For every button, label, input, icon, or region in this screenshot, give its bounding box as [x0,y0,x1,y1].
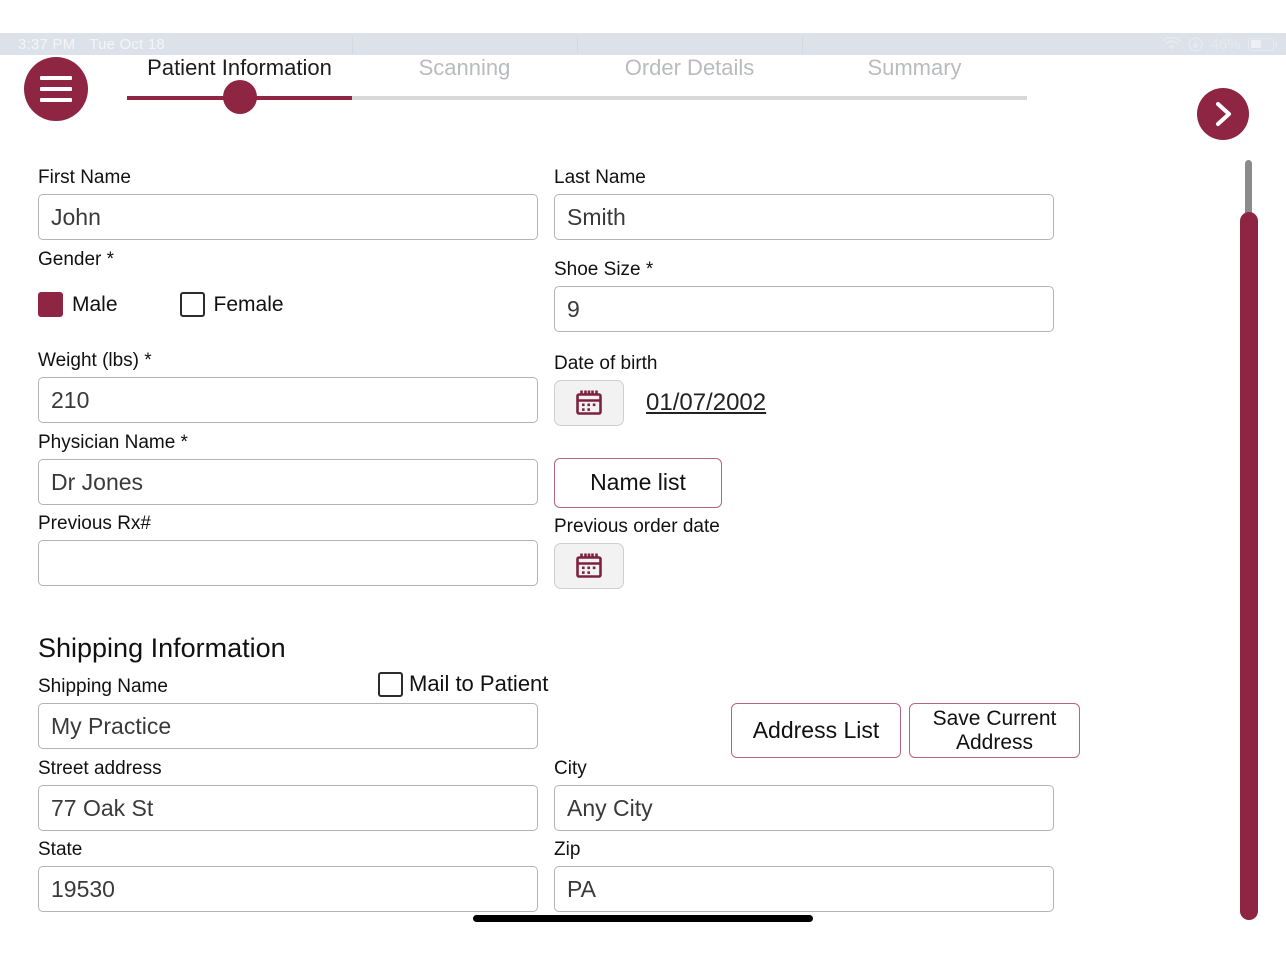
tab-summary[interactable]: Summary [802,36,1027,106]
app-screen: 3:37 PM Tue Oct 18 46% Patient Informati… [0,0,1286,964]
weight-group: Weight (lbs) * [38,350,538,423]
address-buttons: Address List Save Current Address [731,703,1080,758]
hamburger-bar-2 [40,87,72,91]
shipping-section-title: Shipping Information [38,633,286,664]
mail-to-patient-label: Mail to Patient [409,671,549,696]
first-name-input[interactable] [38,194,538,240]
mail-to-patient-group: Mail to Patient [378,671,548,697]
date-of-birth-calendar-button[interactable] [554,380,624,426]
previous-order-date-calendar-button[interactable] [554,543,624,589]
gender-options: Male Female [38,292,284,317]
gender-male-checkbox[interactable] [38,292,63,317]
hamburger-bar-3 [40,98,72,102]
rotation-lock-icon [1188,36,1203,52]
chevron-right-icon [1216,102,1231,126]
mail-to-patient-checkbox[interactable] [378,671,403,697]
tab-summary-label: Summary [867,55,962,80]
tab-order-details-track [577,96,802,100]
previous-rx-label: Previous Rx# [38,513,151,534]
date-of-birth-label: Date of birth [554,353,658,374]
calendar-icon [576,553,602,578]
status-bar-right: 46% [1162,35,1277,53]
gender-female-label: Female [213,292,284,316]
street-address-group: Street address [38,758,538,831]
tab-summary-track [802,96,1027,100]
mail-to-patient-row: Mail to Patient [378,671,548,697]
gender-group: Gender * Male Female [38,249,284,317]
previous-rx-input[interactable] [38,540,538,586]
address-list-button[interactable]: Address List [731,703,901,758]
tab-patient-information[interactable]: Patient Information [127,36,352,114]
name-list-button[interactable]: Name list [554,458,722,508]
gender-female-checkbox[interactable] [179,292,205,317]
shoe-size-label: Shoe Size * [554,259,654,280]
street-address-input[interactable] [38,785,538,831]
status-time: 3:37 PM [18,35,76,53]
first-name-label: First Name [38,167,131,188]
step-tabs: Patient Information Scanning Order Detai… [127,36,1027,114]
next-step-button[interactable] [1197,88,1249,140]
date-of-birth-value[interactable]: 01/07/2002 [646,389,766,417]
previous-order-date-group: Previous order date [554,516,720,589]
date-of-birth-controls: 01/07/2002 [554,380,766,426]
state-input[interactable] [38,866,538,912]
battery-icon [1248,37,1277,51]
date-of-birth-group: Date of birth 01/07/2002 [554,353,766,426]
physician-name-input[interactable] [38,459,538,505]
tab-patient-information-label: Patient Information [147,55,332,80]
city-label: City [554,758,587,779]
last-name-label: Last Name [554,167,646,188]
calendar-icon [576,390,602,415]
weight-label: Weight (lbs) * [38,350,152,371]
city-group: City [554,758,1054,831]
wifi-icon [1162,37,1182,51]
physician-name-group: Physician Name * [38,432,538,505]
previous-rx-group: Previous Rx# [38,513,538,586]
tab-scanning-track [352,96,577,100]
weight-input[interactable] [38,377,538,423]
shoe-size-input[interactable] [554,286,1054,332]
zip-input[interactable] [554,866,1054,912]
last-name-group: Last Name [554,167,1054,240]
gender-male-label: Male [72,292,118,316]
tab-order-details-label: Order Details [624,55,755,80]
physician-name-label: Physician Name * [38,432,188,453]
street-address-label: Street address [38,758,162,779]
step-indicator-dot [222,80,257,114]
home-indicator [473,915,813,922]
shipping-name-input[interactable] [38,703,538,749]
save-current-address-button[interactable]: Save Current Address [909,703,1080,758]
battery-percent: 46% [1210,35,1241,53]
gender-label: Gender * [38,249,115,270]
state-group: State [38,839,538,912]
previous-order-date-label: Previous order date [554,516,720,537]
name-list-group: Name list [554,458,722,508]
vertical-scrollbar-thumb[interactable] [1240,212,1258,920]
tab-scanning[interactable]: Scanning [352,36,577,106]
hamburger-bar-1 [40,76,72,80]
zip-label: Zip [554,839,581,860]
state-label: State [38,839,83,860]
shoe-size-group: Shoe Size * [554,259,1054,332]
last-name-input[interactable] [554,194,1054,240]
hamburger-menu-button[interactable] [24,57,88,121]
zip-group: Zip [554,839,1054,912]
tab-order-details[interactable]: Order Details [577,36,802,106]
tab-scanning-label: Scanning [418,55,511,80]
city-input[interactable] [554,785,1054,831]
first-name-group: First Name [38,167,538,240]
shipping-section-title-text: Shipping Information [38,633,286,663]
